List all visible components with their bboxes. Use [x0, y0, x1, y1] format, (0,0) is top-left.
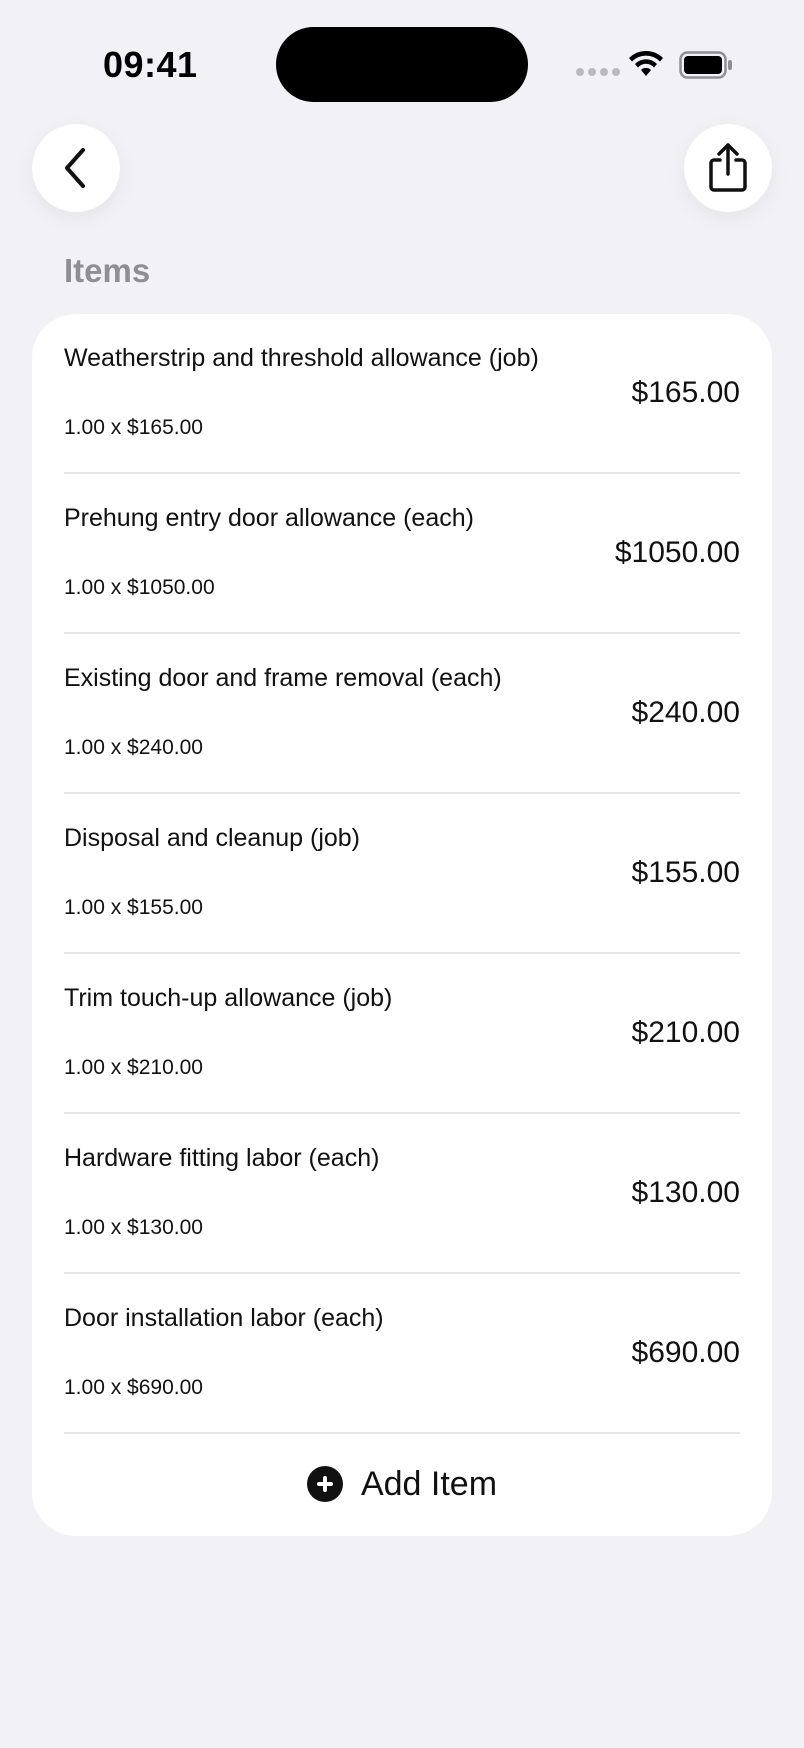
list-item[interactable]: Existing door and frame removal (each) 1…: [64, 634, 740, 794]
back-button[interactable]: [32, 124, 120, 212]
items-card: Weatherstrip and threshold allowance (jo…: [32, 314, 772, 1536]
item-name: Door installation labor (each): [64, 1304, 384, 1332]
item-quantity-price: 1.00 x $1050.00: [64, 576, 215, 599]
item-amount: $165.00: [631, 376, 740, 409]
section-title: Items: [64, 252, 151, 289]
list-item[interactable]: Hardware fitting labor (each) 1.00 x $13…: [64, 1114, 740, 1274]
item-quantity-price: 1.00 x $690.00: [64, 1376, 203, 1399]
item-quantity-price: 1.00 x $130.00: [64, 1216, 203, 1239]
item-amount: $210.00: [631, 1016, 740, 1049]
add-item-label: Add Item: [360, 1464, 498, 1503]
item-quantity-price: 1.00 x $155.00: [64, 896, 203, 919]
item-quantity-price: 1.00 x $210.00: [64, 1056, 203, 1079]
status-time: 09:41: [103, 44, 198, 85]
list-item[interactable]: Trim touch-up allowance (job) 1.00 x $21…: [64, 954, 740, 1114]
item-name: Prehung entry door allowance (each): [64, 504, 474, 532]
cellular-signal-icon: [576, 68, 620, 76]
chevron-left-icon: [65, 148, 85, 188]
item-quantity-price: 1.00 x $165.00: [64, 416, 203, 439]
item-quantity-price: 1.00 x $240.00: [64, 736, 203, 759]
item-amount: $240.00: [631, 696, 740, 729]
item-name: Existing door and frame removal (each): [64, 664, 502, 692]
plus-circle-icon: [306, 1466, 343, 1502]
battery-icon: [679, 51, 732, 79]
status-bar: 09:41: [0, 0, 804, 120]
wifi-icon: [629, 50, 663, 76]
list-item[interactable]: Prehung entry door allowance (each) 1.00…: [64, 474, 740, 634]
share-icon: [709, 143, 747, 192]
dynamic-island: [276, 27, 528, 102]
item-amount: $690.00: [631, 1336, 740, 1369]
item-amount: $155.00: [631, 856, 740, 889]
list-item[interactable]: Door installation labor (each) 1.00 x $6…: [64, 1274, 740, 1434]
item-name: Trim touch-up allowance (job): [64, 984, 393, 1012]
add-item-button[interactable]: Add Item: [32, 1434, 772, 1534]
item-amount: $130.00: [631, 1176, 740, 1209]
item-name: Weatherstrip and threshold allowance (jo…: [64, 344, 539, 372]
list-item[interactable]: Weatherstrip and threshold allowance (jo…: [64, 314, 740, 474]
list-item[interactable]: Disposal and cleanup (job) 1.00 x $155.0…: [64, 794, 740, 954]
share-button[interactable]: [684, 124, 772, 212]
item-name: Disposal and cleanup (job): [64, 824, 361, 852]
item-name: Hardware fitting labor (each): [64, 1144, 380, 1172]
item-amount: $1050.00: [614, 536, 740, 569]
